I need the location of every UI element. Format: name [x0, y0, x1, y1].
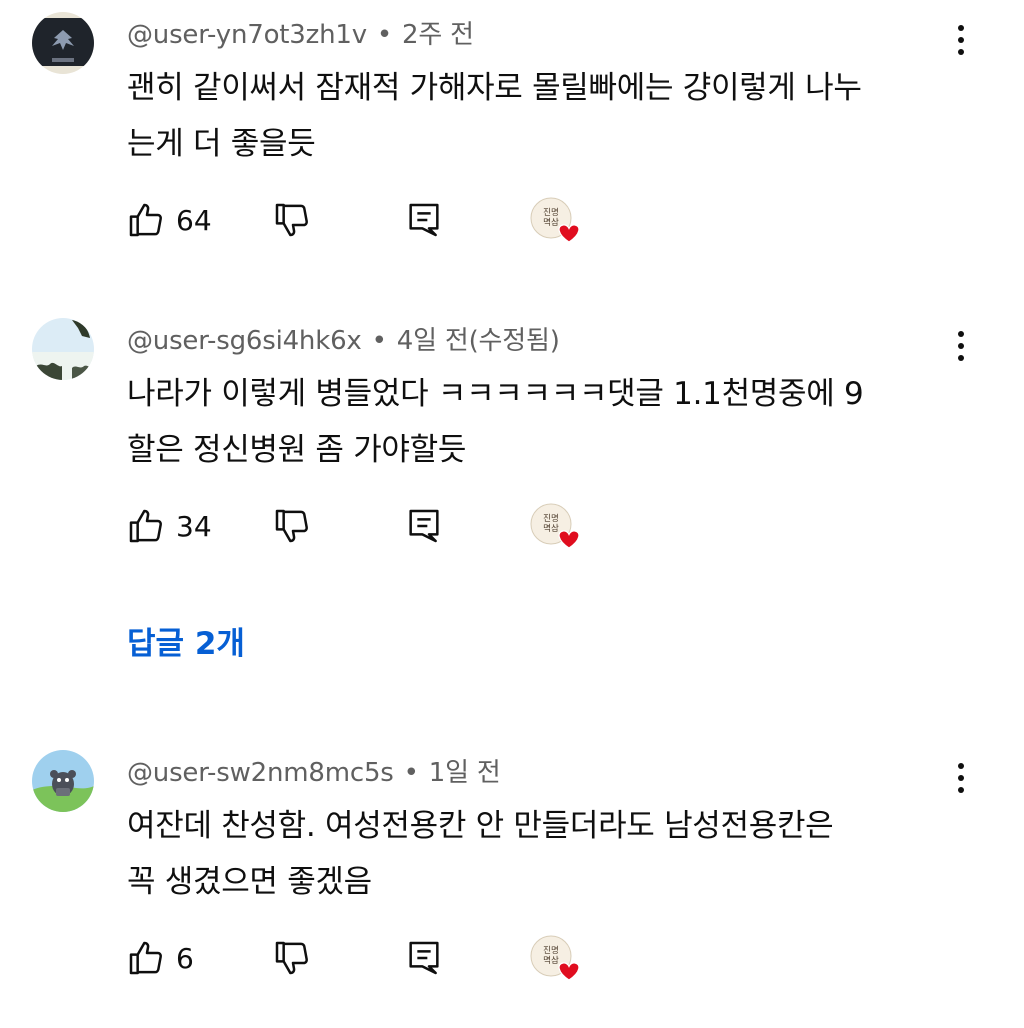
badge-text: 진명 [543, 945, 559, 956]
dislike-button[interactable] [272, 190, 312, 250]
comment-text-line: 할은 정신병원 좀 가야할듯 [127, 432, 467, 468]
like-button[interactable]: 34 [126, 496, 212, 556]
author-handle[interactable]: @user-sw2nm8mc5s [127, 758, 394, 788]
comment-actions: 34 진명 멱삼 [0, 496, 1024, 556]
like-button[interactable]: 64 [126, 190, 212, 250]
dislike-button[interactable] [272, 928, 312, 988]
comment-text-line: 는게 더 좋을듯 [127, 126, 316, 162]
badge-text: 멱삼 [543, 217, 559, 228]
reply-comment-icon [409, 941, 439, 975]
like-button[interactable]: 6 [126, 928, 194, 988]
sky-tree-avatar-icon [32, 318, 94, 380]
cartoon-character-avatar-icon [32, 750, 94, 812]
comment-time[interactable]: 4일 전(수정됨) [397, 326, 560, 356]
like-count: 64 [176, 203, 212, 237]
reply-button[interactable] [404, 496, 444, 556]
comment-text-line: 괜히 같이써서 잠재적 가해자로 몰릴빠에는 걍이렇게 나누 [127, 70, 862, 106]
dark-emblem-avatar-icon [32, 12, 94, 74]
comment-item: @user-yn7ot3zh1v • 2주 전 괜히 같이써서 잠재적 가해자로 몰… [0, 0, 1024, 290]
comment-actions: 64 진명 멱삼 [0, 190, 1024, 250]
avatar[interactable] [32, 750, 94, 812]
separator-dot: • [376, 20, 393, 50]
badge-text: 멱삼 [543, 523, 559, 534]
like-count: 34 [176, 509, 212, 543]
reply-comment-icon [409, 203, 439, 237]
badge-text: 멱삼 [543, 955, 559, 966]
avatar[interactable] [32, 12, 94, 74]
thumbs-up-icon [129, 203, 162, 237]
reply-button[interactable] [404, 190, 444, 250]
badge-text: 진명 [543, 207, 559, 218]
comment-text-line: 여잔데 찬성함. 여성전용칸 안 만들더라도 남성전용칸은 [127, 808, 834, 844]
thumbs-up-icon [129, 509, 162, 543]
comment-item: @user-sg6si4hk6x • 4일 전(수정됨) 나라가 이렇게 병들었다 … [0, 306, 1024, 596]
badge-text: 진명 [543, 513, 559, 524]
comment-meta: @user-sw2nm8mc5s • 1일 전 [127, 752, 501, 789]
thumbs-down-icon [275, 509, 308, 543]
separator-dot: • [371, 326, 387, 356]
creator-avatar-heart-icon: 진명 멱삼 [530, 197, 580, 243]
comment-text: 괜히 같이써서 잠재적 가해자로 몰릴빠에는 걍이렇게 나누 는게 더 좋을듯 [127, 60, 957, 172]
comment-text-line: 꼭 생겼으면 좋겠음 [127, 864, 372, 900]
avatar[interactable] [32, 318, 94, 380]
creator-heart-badge: 진명 멱삼 [527, 496, 583, 556]
thumbs-up-icon [129, 941, 162, 975]
thumbs-down-icon [275, 203, 308, 237]
creator-avatar-heart-icon: 진명 멱삼 [530, 503, 580, 549]
author-handle[interactable]: @user-yn7ot3zh1v [127, 20, 367, 50]
creator-heart-badge: 진명 멱삼 [527, 928, 583, 988]
comment-time[interactable]: 2주 전 [402, 20, 474, 50]
comment-text: 나라가 이렇게 병들었다 ㅋㅋㅋㅋㅋㅋ댓글 1.1천명중에 9 할은 정신병원 … [127, 366, 957, 478]
comment-text-line: 나라가 이렇게 병들었다 ㅋㅋㅋㅋㅋㅋ댓글 1.1천명중에 9 [127, 376, 864, 412]
creator-heart-badge: 진명 멱삼 [527, 190, 583, 250]
author-handle[interactable]: @user-sg6si4hk6x [127, 326, 362, 356]
comment-text: 여잔데 찬성함. 여성전용칸 안 만들더라도 남성전용칸은 꼭 생겼으면 좋겠음 [127, 798, 957, 910]
comment-time[interactable]: 1일 전 [429, 758, 501, 788]
more-options-icon[interactable] [946, 756, 976, 800]
reply-button[interactable] [404, 928, 444, 988]
creator-avatar-heart-icon: 진명 멱삼 [530, 935, 580, 981]
separator-dot: • [403, 758, 419, 788]
thumbs-down-icon [275, 941, 308, 975]
comment-actions: 6 진명 멱삼 [0, 928, 1024, 988]
reply-comment-icon [409, 509, 439, 543]
dislike-button[interactable] [272, 496, 312, 556]
more-options-icon[interactable] [946, 324, 976, 368]
comment-meta: @user-sg6si4hk6x • 4일 전(수정됨) [127, 320, 560, 357]
more-options-icon[interactable] [946, 18, 976, 62]
comment-meta: @user-yn7ot3zh1v • 2주 전 [127, 14, 474, 51]
like-count: 6 [176, 941, 194, 975]
comment-item: @user-sw2nm8mc5s • 1일 전 여잔데 찬성함. 여성전용칸 안 만… [0, 738, 1024, 1028]
view-replies-link[interactable]: 답글 2개 [127, 618, 245, 663]
